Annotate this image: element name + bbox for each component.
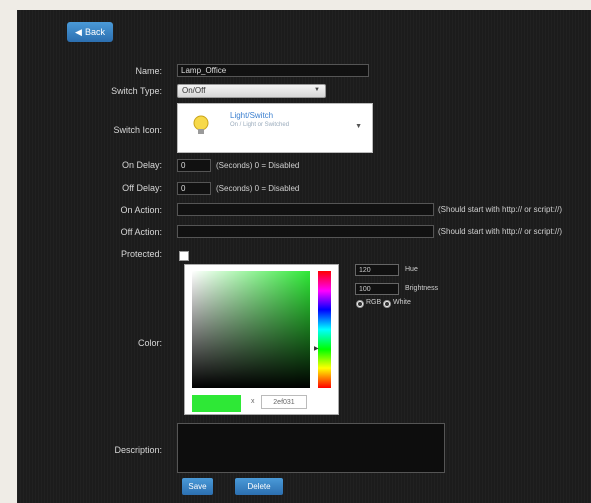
- description-label: Description:: [114, 445, 162, 455]
- rgb-radio-label: RGB: [366, 299, 382, 306]
- on-delay-label: On Delay:: [121, 160, 162, 170]
- name-label: Name:: [135, 66, 162, 76]
- off-delay-label: Off Delay:: [122, 183, 162, 193]
- save-button[interactable]: Save: [182, 478, 213, 495]
- color-preview-swatch: [192, 395, 241, 412]
- on-action-label: On Action:: [120, 205, 162, 215]
- edit-switch-panel: ◀ Back Name: Lamp_Office Switch Type: On…: [17, 10, 591, 503]
- saturation-brightness-area[interactable]: [192, 271, 310, 388]
- chevron-down-icon: ▼: [314, 87, 320, 93]
- white-radio[interactable]: [383, 300, 391, 308]
- arrow-left-icon: ◀: [75, 26, 82, 37]
- description-textarea[interactable]: [177, 423, 445, 473]
- off-delay-input[interactable]: 0: [177, 182, 211, 195]
- off-action-hint: (Should start with http:// or script://): [438, 227, 563, 236]
- color-picker: ▶ x 2ef031: [184, 264, 339, 415]
- rgb-radio[interactable]: [356, 300, 364, 308]
- back-button[interactable]: ◀ Back: [67, 22, 113, 42]
- switch-icon-label: Switch Icon:: [113, 125, 162, 135]
- switch-type-label: Switch Type:: [111, 86, 162, 96]
- hex-prefix: x: [251, 398, 255, 405]
- icon-subtitle: On / Light or Switched: [230, 122, 290, 128]
- off-action-input[interactable]: [177, 225, 434, 238]
- on-delay-hint: (Seconds) 0 = Disabled: [216, 161, 300, 170]
- lightbulb-icon: [193, 115, 209, 134]
- on-action-input[interactable]: [177, 203, 434, 216]
- protected-label: Protected:: [120, 249, 162, 259]
- switch-type-select[interactable]: On/Off ▼: [177, 84, 326, 98]
- hue-label: Hue: [405, 266, 418, 273]
- on-action-hint: (Should start with http:// or script://): [438, 205, 563, 214]
- chevron-down-icon: ▼: [355, 123, 362, 130]
- delete-button[interactable]: Delete: [235, 478, 283, 495]
- hue-input[interactable]: 120: [355, 264, 399, 276]
- hue-slider[interactable]: [318, 271, 331, 388]
- protected-checkbox[interactable]: [179, 251, 189, 261]
- white-radio-label: White: [393, 299, 411, 306]
- hex-input[interactable]: 2ef031: [261, 395, 307, 409]
- name-input[interactable]: Lamp_Office: [177, 64, 369, 77]
- brightness-input[interactable]: 100: [355, 283, 399, 295]
- brightness-label: Brightness: [405, 285, 439, 292]
- hue-slider-handle[interactable]: ▶: [314, 345, 319, 352]
- off-action-label: Off Action:: [120, 227, 162, 237]
- on-delay-input[interactable]: 0: [177, 159, 211, 172]
- off-delay-hint: (Seconds) 0 = Disabled: [216, 184, 300, 193]
- switch-icon-select[interactable]: Light/Switch On / Light or Switched ▼: [177, 103, 373, 153]
- color-label: Color:: [137, 338, 162, 348]
- icon-title: Light/Switch: [230, 111, 274, 120]
